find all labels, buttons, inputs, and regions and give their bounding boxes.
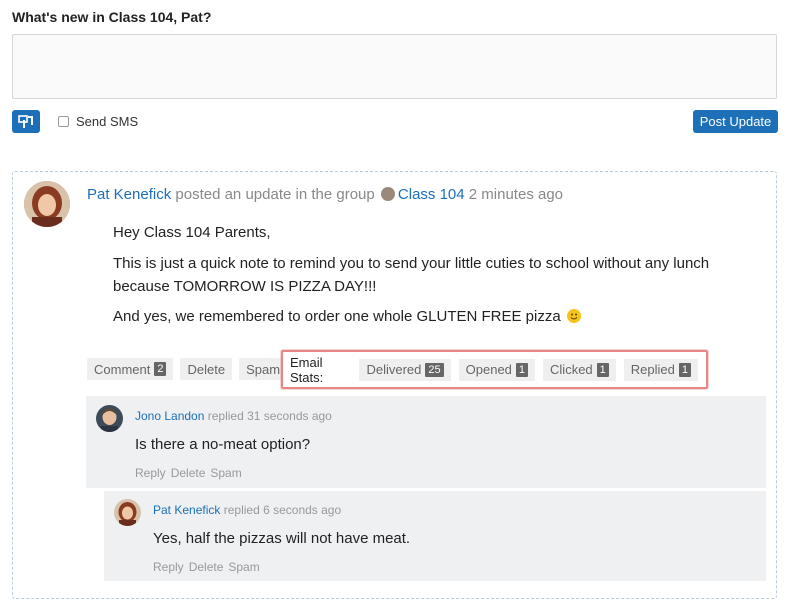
spam-button[interactable]: Spam: [239, 358, 283, 380]
comment-action: replied: [223, 503, 260, 517]
comment-count: 2: [154, 362, 167, 376]
comment-label: Comment: [94, 361, 151, 377]
smiley-emoji-icon: [566, 309, 581, 323]
media-icon: [18, 114, 33, 128]
stat-opened[interactable]: Opened 1: [458, 358, 536, 381]
stat-clicked-label: Clicked: [550, 362, 593, 377]
comment-action: replied: [207, 409, 244, 423]
comment-button[interactable]: Comment 2: [87, 358, 174, 380]
comment-text: Is there a no-meat option?: [135, 436, 311, 453]
comment-spam-link[interactable]: Spam: [210, 466, 241, 480]
group-link[interactable]: Class 104: [398, 186, 465, 203]
comment-reply-link[interactable]: Reply: [153, 560, 184, 574]
post-meta: Pat Kenefick posted an update in the gro…: [87, 186, 563, 203]
commenter-avatar[interactable]: [114, 499, 141, 526]
stat-replied-label: Replied: [630, 362, 675, 377]
avatar-photo-icon: [24, 181, 70, 227]
post-body-line-3: because TOMORROW IS PIZZA DAY!!!: [113, 278, 377, 295]
post-action-text: posted an update in the group: [175, 186, 375, 203]
comment-reply-link[interactable]: Reply: [135, 466, 166, 480]
post-body-line-4: And yes, we remembered to order one whol…: [113, 307, 581, 327]
comment-spam-link[interactable]: Spam: [228, 560, 259, 574]
stat-opened-label: Opened: [465, 362, 512, 377]
attach-media-button[interactable]: [12, 110, 40, 133]
author-avatar[interactable]: [24, 181, 70, 227]
stat-opened-count: 1: [515, 362, 529, 377]
avatar-photo-icon: [114, 499, 141, 526]
commenter-name-link[interactable]: Jono Landon: [135, 409, 204, 423]
post-body-line-2: This is just a quick note to remind you …: [113, 255, 710, 272]
email-stats-box: Email Stats: Delivered 25 Opened 1 Click…: [281, 350, 708, 389]
update-textarea[interactable]: [12, 34, 777, 99]
post-body-text: And yes, we remembered to order one whol…: [113, 308, 561, 325]
stat-delivered-count: 25: [425, 362, 444, 377]
stat-clicked[interactable]: Clicked 1: [543, 358, 616, 381]
send-sms-checkbox[interactable]: [58, 116, 69, 127]
comment-actions: Reply Delete Spam: [153, 560, 265, 574]
email-stats-label: Email Stats:: [290, 354, 324, 385]
commenter-avatar[interactable]: [96, 405, 123, 432]
stat-delivered-label: Delivered: [366, 362, 422, 377]
composer-prompt: What's new in Class 104, Pat?: [12, 9, 212, 25]
comment-delete-link[interactable]: Delete: [189, 560, 224, 574]
avatar-photo-icon: [96, 405, 123, 432]
post-update-button[interactable]: Post Update: [693, 110, 778, 133]
post-actions: Comment 2 Delete Spam: [87, 358, 289, 380]
send-sms-label[interactable]: Send SMS: [76, 114, 138, 129]
delete-button[interactable]: Delete: [180, 358, 233, 380]
post-author-link[interactable]: Pat Kenefick: [87, 186, 171, 203]
stat-delivered[interactable]: Delivered 25: [359, 358, 451, 381]
stat-replied-count: 1: [678, 362, 691, 377]
comment-meta: Pat Kenefick replied 6 seconds ago: [153, 503, 341, 517]
post-time: 2 minutes ago: [468, 186, 564, 203]
comment-delete-link[interactable]: Delete: [171, 466, 206, 480]
stat-replied[interactable]: Replied 1: [623, 358, 698, 381]
comment-text: Yes, half the pizzas will not have meat.: [153, 530, 411, 547]
comment-time: 31 seconds ago: [247, 409, 332, 423]
commenter-name-link[interactable]: Pat Kenefick: [153, 503, 220, 517]
stat-clicked-count: 1: [596, 362, 609, 377]
post-body-line-1: Hey Class 104 Parents,: [113, 224, 271, 241]
comment-time: 6 seconds ago: [263, 503, 342, 517]
comment-meta: Jono Landon replied 31 seconds ago: [135, 409, 332, 423]
comment-actions: Reply Delete Spam: [135, 466, 247, 480]
group-avatar-icon: [380, 187, 395, 201]
